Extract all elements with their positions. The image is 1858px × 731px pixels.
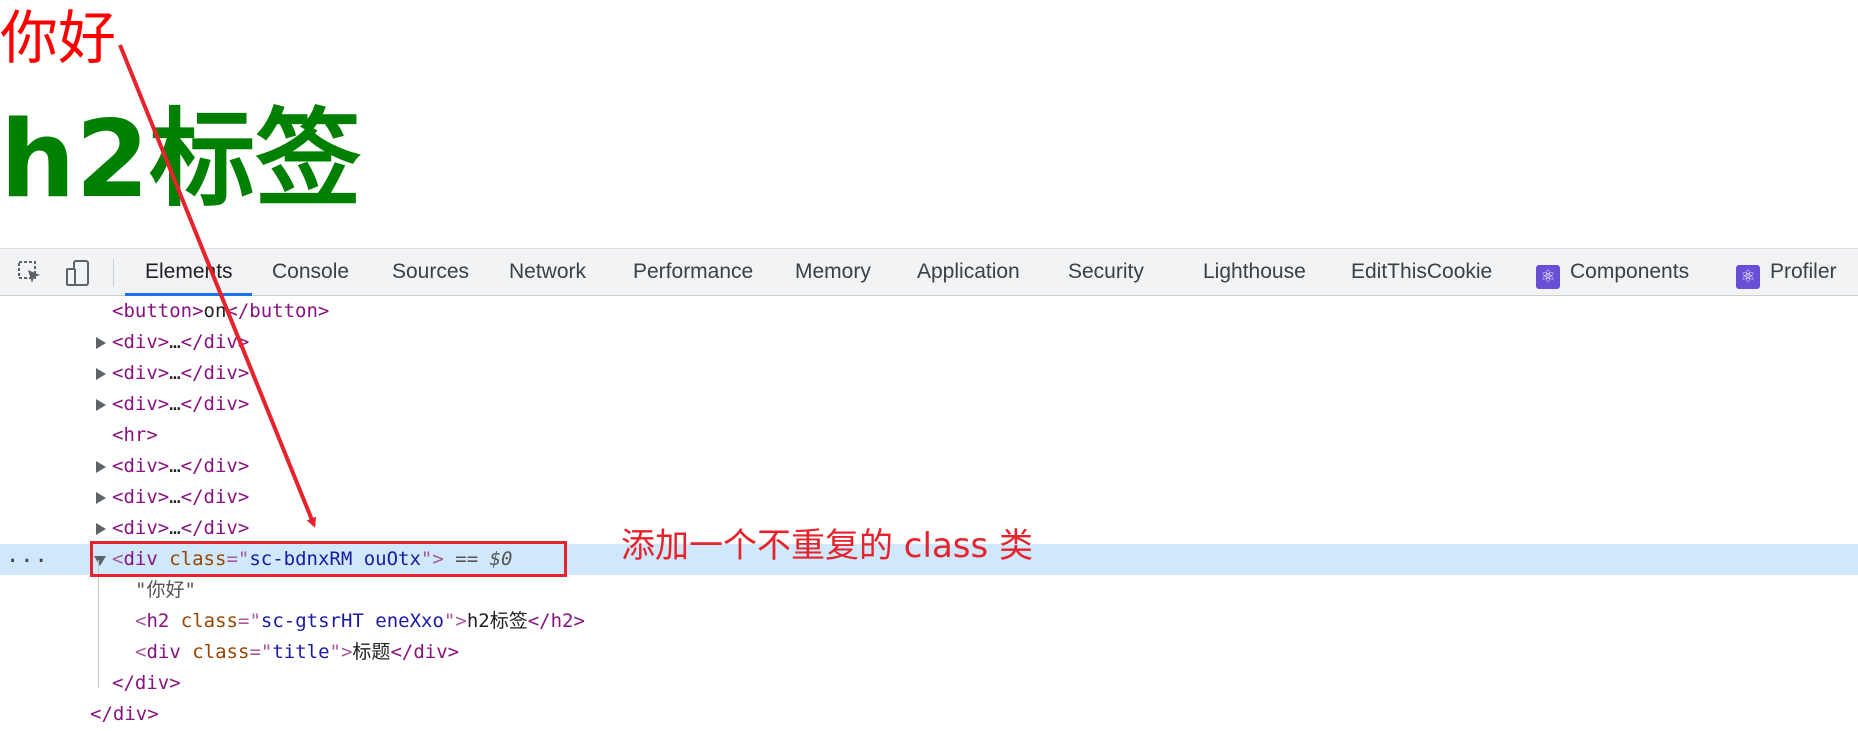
div-open-tag: <div> <box>112 393 170 415</box>
div-close-tag: </div> <box>390 641 460 663</box>
title-text: 标题 <box>352 641 391 663</box>
annotation-highlight-box <box>90 541 567 577</box>
h2-close-tag: </h2> <box>527 610 585 632</box>
toolbar-separator <box>113 259 114 287</box>
attr-value[interactable]: title <box>272 641 329 663</box>
button-open-tag: <button> <box>112 300 204 322</box>
div-close-tag: </div> <box>180 331 250 353</box>
inspect-element-icon[interactable] <box>16 259 44 287</box>
div-open-tag: <div> <box>112 517 170 539</box>
tab-editthiscookie[interactable]: EditThisCookie <box>1351 249 1492 295</box>
h2-text: h2标签 <box>466 610 528 632</box>
tab-components[interactable]: ⚛ Components <box>1536 249 1689 295</box>
more-options-icon[interactable]: ... <box>6 540 49 571</box>
react-icon: ⚛ <box>1536 265 1560 289</box>
dom-node-button[interactable]: <button>on</button> <box>0 296 1858 327</box>
page-text-node: 你好 <box>0 4 117 72</box>
dom-node-div-collapsed[interactable]: <div>…</div> <box>0 451 1858 482</box>
react-icon: ⚛ <box>1736 265 1760 289</box>
tab-memory[interactable]: Memory <box>795 249 871 295</box>
button-close-tag: </button> <box>226 300 330 322</box>
ellipsis[interactable]: … <box>169 331 180 353</box>
ellipsis[interactable]: … <box>169 486 180 508</box>
expand-arrow-icon[interactable] <box>96 461 106 473</box>
div-close-tag: </div> <box>90 703 159 725</box>
div-close-tag: </div> <box>180 455 250 477</box>
tab-elements[interactable]: Elements <box>145 249 233 295</box>
tab-console[interactable]: Console <box>272 249 349 295</box>
div-close-tag: </div> <box>180 393 250 415</box>
tree-indent-guide <box>98 560 99 688</box>
dom-node-div-collapsed[interactable]: <div>…</div> <box>0 327 1858 358</box>
dom-node-close-div[interactable]: </div> <box>0 699 1858 730</box>
div-open-tag: <div> <box>112 331 170 353</box>
ellipsis[interactable]: … <box>169 393 180 415</box>
tab-profiler-label: Profiler <box>1770 260 1837 283</box>
div-close-tag: </div> <box>180 517 250 539</box>
text-node-value: "你好" <box>135 579 196 601</box>
div-open-tag: <div> <box>112 362 170 384</box>
expand-arrow-icon[interactable] <box>96 337 106 349</box>
tab-security[interactable]: Security <box>1068 249 1144 295</box>
expand-arrow-icon[interactable] <box>96 492 106 504</box>
div-open-tag: <div> <box>112 455 170 477</box>
tab-lighthouse[interactable]: Lighthouse <box>1203 249 1306 295</box>
ellipsis[interactable]: … <box>169 455 180 477</box>
attr-value[interactable]: sc-gtsrHT eneXxo <box>261 610 444 632</box>
tag-name: h2 <box>146 610 170 632</box>
hr-tag: <hr> <box>112 424 158 446</box>
div-close-tag: </div> <box>180 362 250 384</box>
device-toolbar-icon[interactable] <box>64 259 92 287</box>
div-close-tag: </div> <box>112 672 181 694</box>
dom-node-div-collapsed[interactable]: <div>…</div> <box>0 358 1858 389</box>
tab-application[interactable]: Application <box>917 249 1020 295</box>
annotation-text: 添加一个不重复的 class 类 <box>621 526 1034 566</box>
dom-node-div-collapsed[interactable]: <div>…</div> <box>0 482 1858 513</box>
attr-name: class <box>180 610 238 632</box>
div-close-tag: </div> <box>180 486 250 508</box>
elements-dom-tree: <button>on</button> <div>…</div> <div>…<… <box>0 296 1858 731</box>
expand-arrow-icon[interactable] <box>96 523 106 535</box>
tab-performance[interactable]: Performance <box>633 249 753 295</box>
expand-arrow-icon[interactable] <box>96 399 106 411</box>
tab-sources[interactable]: Sources <box>392 249 469 295</box>
dom-node-text[interactable]: "你好" <box>0 575 1858 606</box>
dom-node-div-collapsed[interactable]: <div>…</div> <box>0 389 1858 420</box>
ellipsis[interactable]: … <box>169 362 180 384</box>
ellipsis[interactable]: … <box>169 517 180 539</box>
dom-node-hr[interactable]: <hr> <box>0 420 1858 451</box>
attr-name: class <box>192 641 250 663</box>
page-h2-heading: h2标签 <box>0 98 362 221</box>
div-open-tag: <div> <box>112 486 170 508</box>
tag-name: div <box>146 641 181 663</box>
dom-node-title-div[interactable]: <div class="title">标题</div> <box>0 637 1858 668</box>
tab-components-label: Components <box>1570 260 1690 283</box>
button-text: on <box>203 300 227 322</box>
dom-node-h2[interactable]: <h2 class="sc-gtsrHT eneXxo">h2标签</h2> <box>0 606 1858 637</box>
expand-arrow-icon[interactable] <box>96 368 106 380</box>
tab-profiler[interactable]: ⚛ Profiler <box>1736 249 1837 295</box>
devtools-toolbar: Elements Console Sources Network Perform… <box>0 248 1858 296</box>
tab-network[interactable]: Network <box>509 249 586 295</box>
dom-node-close-div[interactable]: </div> <box>0 668 1858 699</box>
